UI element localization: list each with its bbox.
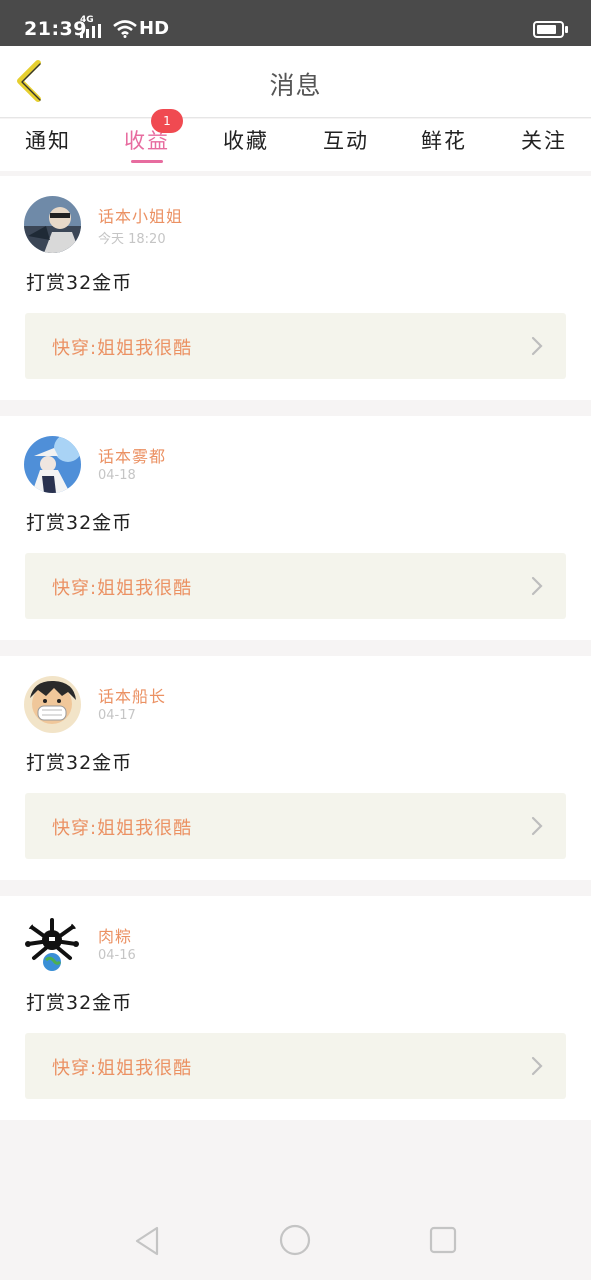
- tab-label: 关注: [521, 129, 567, 153]
- message-card: 话本雾都 04-18 打赏32金币 快穿:姐姐我很酷: [0, 416, 591, 640]
- status-bar: 21:39 4G HD: [0, 0, 591, 46]
- user-avatar-image: [24, 436, 81, 493]
- battery-icon: [533, 21, 564, 38]
- tab-flowers[interactable]: 鲜花: [404, 119, 484, 171]
- signal-icon: [80, 24, 101, 38]
- tab-label: 收藏: [223, 129, 269, 153]
- book-link[interactable]: 快穿:姐姐我很酷: [25, 1033, 566, 1099]
- message-card: 肉粽 04-16 打赏32金币 快穿:姐姐我很酷: [0, 896, 591, 1120]
- tab-earnings[interactable]: 收益 1: [107, 109, 187, 171]
- username[interactable]: 话本小姐姐: [98, 203, 183, 227]
- tab-following[interactable]: 关注: [504, 119, 584, 171]
- home-circle-icon[interactable]: [279, 1224, 311, 1256]
- header: 消息: [0, 46, 591, 118]
- tab-label: 通知: [25, 129, 71, 153]
- message-text: 打赏32金币: [26, 992, 133, 1014]
- message-card: 话本小姐姐 今天 18:20 打赏32金币 快穿:姐姐我很酷: [0, 176, 591, 400]
- tab-notice[interactable]: 通知: [8, 119, 88, 171]
- avatar[interactable]: [24, 916, 81, 973]
- book-title: 快穿:姐姐我很酷: [52, 338, 193, 359]
- book-title: 快穿:姐姐我很酷: [52, 578, 193, 599]
- system-nav-bar: [0, 1195, 591, 1280]
- book-title: 快穿:姐姐我很酷: [52, 818, 193, 839]
- username[interactable]: 肉粽: [98, 923, 132, 947]
- status-time: 21:39: [24, 18, 87, 40]
- chevron-right-icon: [531, 1056, 543, 1076]
- username[interactable]: 话本雾都: [98, 443, 166, 467]
- recents-square-icon[interactable]: [429, 1226, 457, 1254]
- book-link[interactable]: 快穿:姐姐我很酷: [25, 313, 566, 379]
- tab-label: 互动: [323, 129, 369, 153]
- message-text: 打赏32金币: [26, 512, 133, 534]
- user-avatar-image: [24, 196, 81, 253]
- message-date: 04-18: [98, 468, 136, 483]
- message-date: 04-16: [98, 948, 136, 963]
- avatar[interactable]: [24, 676, 81, 733]
- message-date: 04-17: [98, 708, 136, 723]
- message-text: 打赏32金币: [26, 272, 133, 294]
- avatar[interactable]: [24, 196, 81, 253]
- chevron-right-icon: [531, 576, 543, 596]
- username[interactable]: 话本船长: [98, 683, 166, 707]
- book-link[interactable]: 快穿:姐姐我很酷: [25, 793, 566, 859]
- wifi-icon: [113, 20, 137, 38]
- page-title: 消息: [269, 71, 322, 100]
- tab-favorites[interactable]: 收藏: [206, 119, 286, 171]
- book-title: 快穿:姐姐我很酷: [52, 1058, 193, 1079]
- avatar[interactable]: [24, 436, 81, 493]
- hd-label: HD: [139, 18, 170, 39]
- message-date: 今天 18:20: [98, 232, 166, 247]
- chevron-right-icon: [531, 336, 543, 356]
- user-avatar-image: [24, 676, 81, 733]
- tab-label: 鲜花: [421, 129, 467, 153]
- tab-interaction[interactable]: 互动: [306, 119, 386, 171]
- chevron-right-icon: [531, 816, 543, 836]
- tab-bar: 通知 收益 1 收藏 互动 鲜花 关注: [0, 109, 591, 171]
- active-tab-indicator: [131, 160, 163, 163]
- unread-badge: 1: [151, 109, 183, 133]
- back-triangle-icon[interactable]: [133, 1225, 161, 1257]
- message-text: 打赏32金币: [26, 752, 133, 774]
- battery-tip: [565, 26, 568, 33]
- book-link[interactable]: 快穿:姐姐我很酷: [25, 553, 566, 619]
- user-avatar-image: [24, 916, 81, 973]
- message-card: 话本船长 04-17 打赏32金币 快穿:姐姐我很酷: [0, 656, 591, 880]
